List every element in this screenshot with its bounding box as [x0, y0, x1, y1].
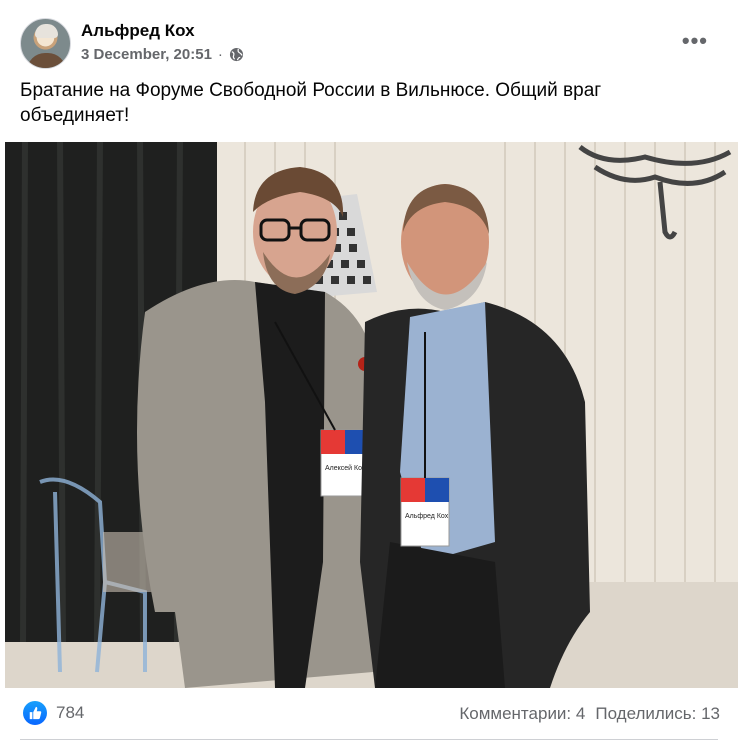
- photo-illustration: Алексей Кононов Альфред Кох: [5, 142, 738, 688]
- meta-separator: ·: [217, 46, 223, 63]
- author-name[interactable]: Альфред Кох: [81, 21, 195, 41]
- badge-right-label: Альфред Кох: [405, 513, 449, 520]
- post-photo[interactable]: Алексей Кононов Альфред Кох: [5, 142, 738, 688]
- post-header: Альфред Кох 3 December, 20:51 · •••: [20, 18, 722, 72]
- reaction-count[interactable]: 784: [56, 703, 84, 723]
- post-footer: 784 Комментарии: 4 Поделились: 13: [20, 700, 720, 728]
- author-avatar[interactable]: [20, 18, 71, 69]
- post-card: Альфред Кох 3 December, 20:51 · ••• Брат…: [0, 0, 738, 747]
- shares-count[interactable]: Поделились: 13: [595, 704, 720, 724]
- footer-divider: [20, 739, 718, 740]
- post-timestamp[interactable]: 3 December, 20:51: [81, 46, 212, 63]
- comments-count[interactable]: Комментарии: 4: [459, 704, 585, 724]
- post-meta: 3 December, 20:51 ·: [81, 46, 244, 63]
- globe-icon[interactable]: [229, 47, 244, 62]
- post-stats: Комментарии: 4 Поделились: 13: [459, 704, 720, 724]
- more-options-icon[interactable]: •••: [682, 30, 708, 52]
- post-text: Братание на Форуме Свободной России в Ви…: [20, 80, 602, 126]
- like-icon[interactable]: [23, 701, 47, 725]
